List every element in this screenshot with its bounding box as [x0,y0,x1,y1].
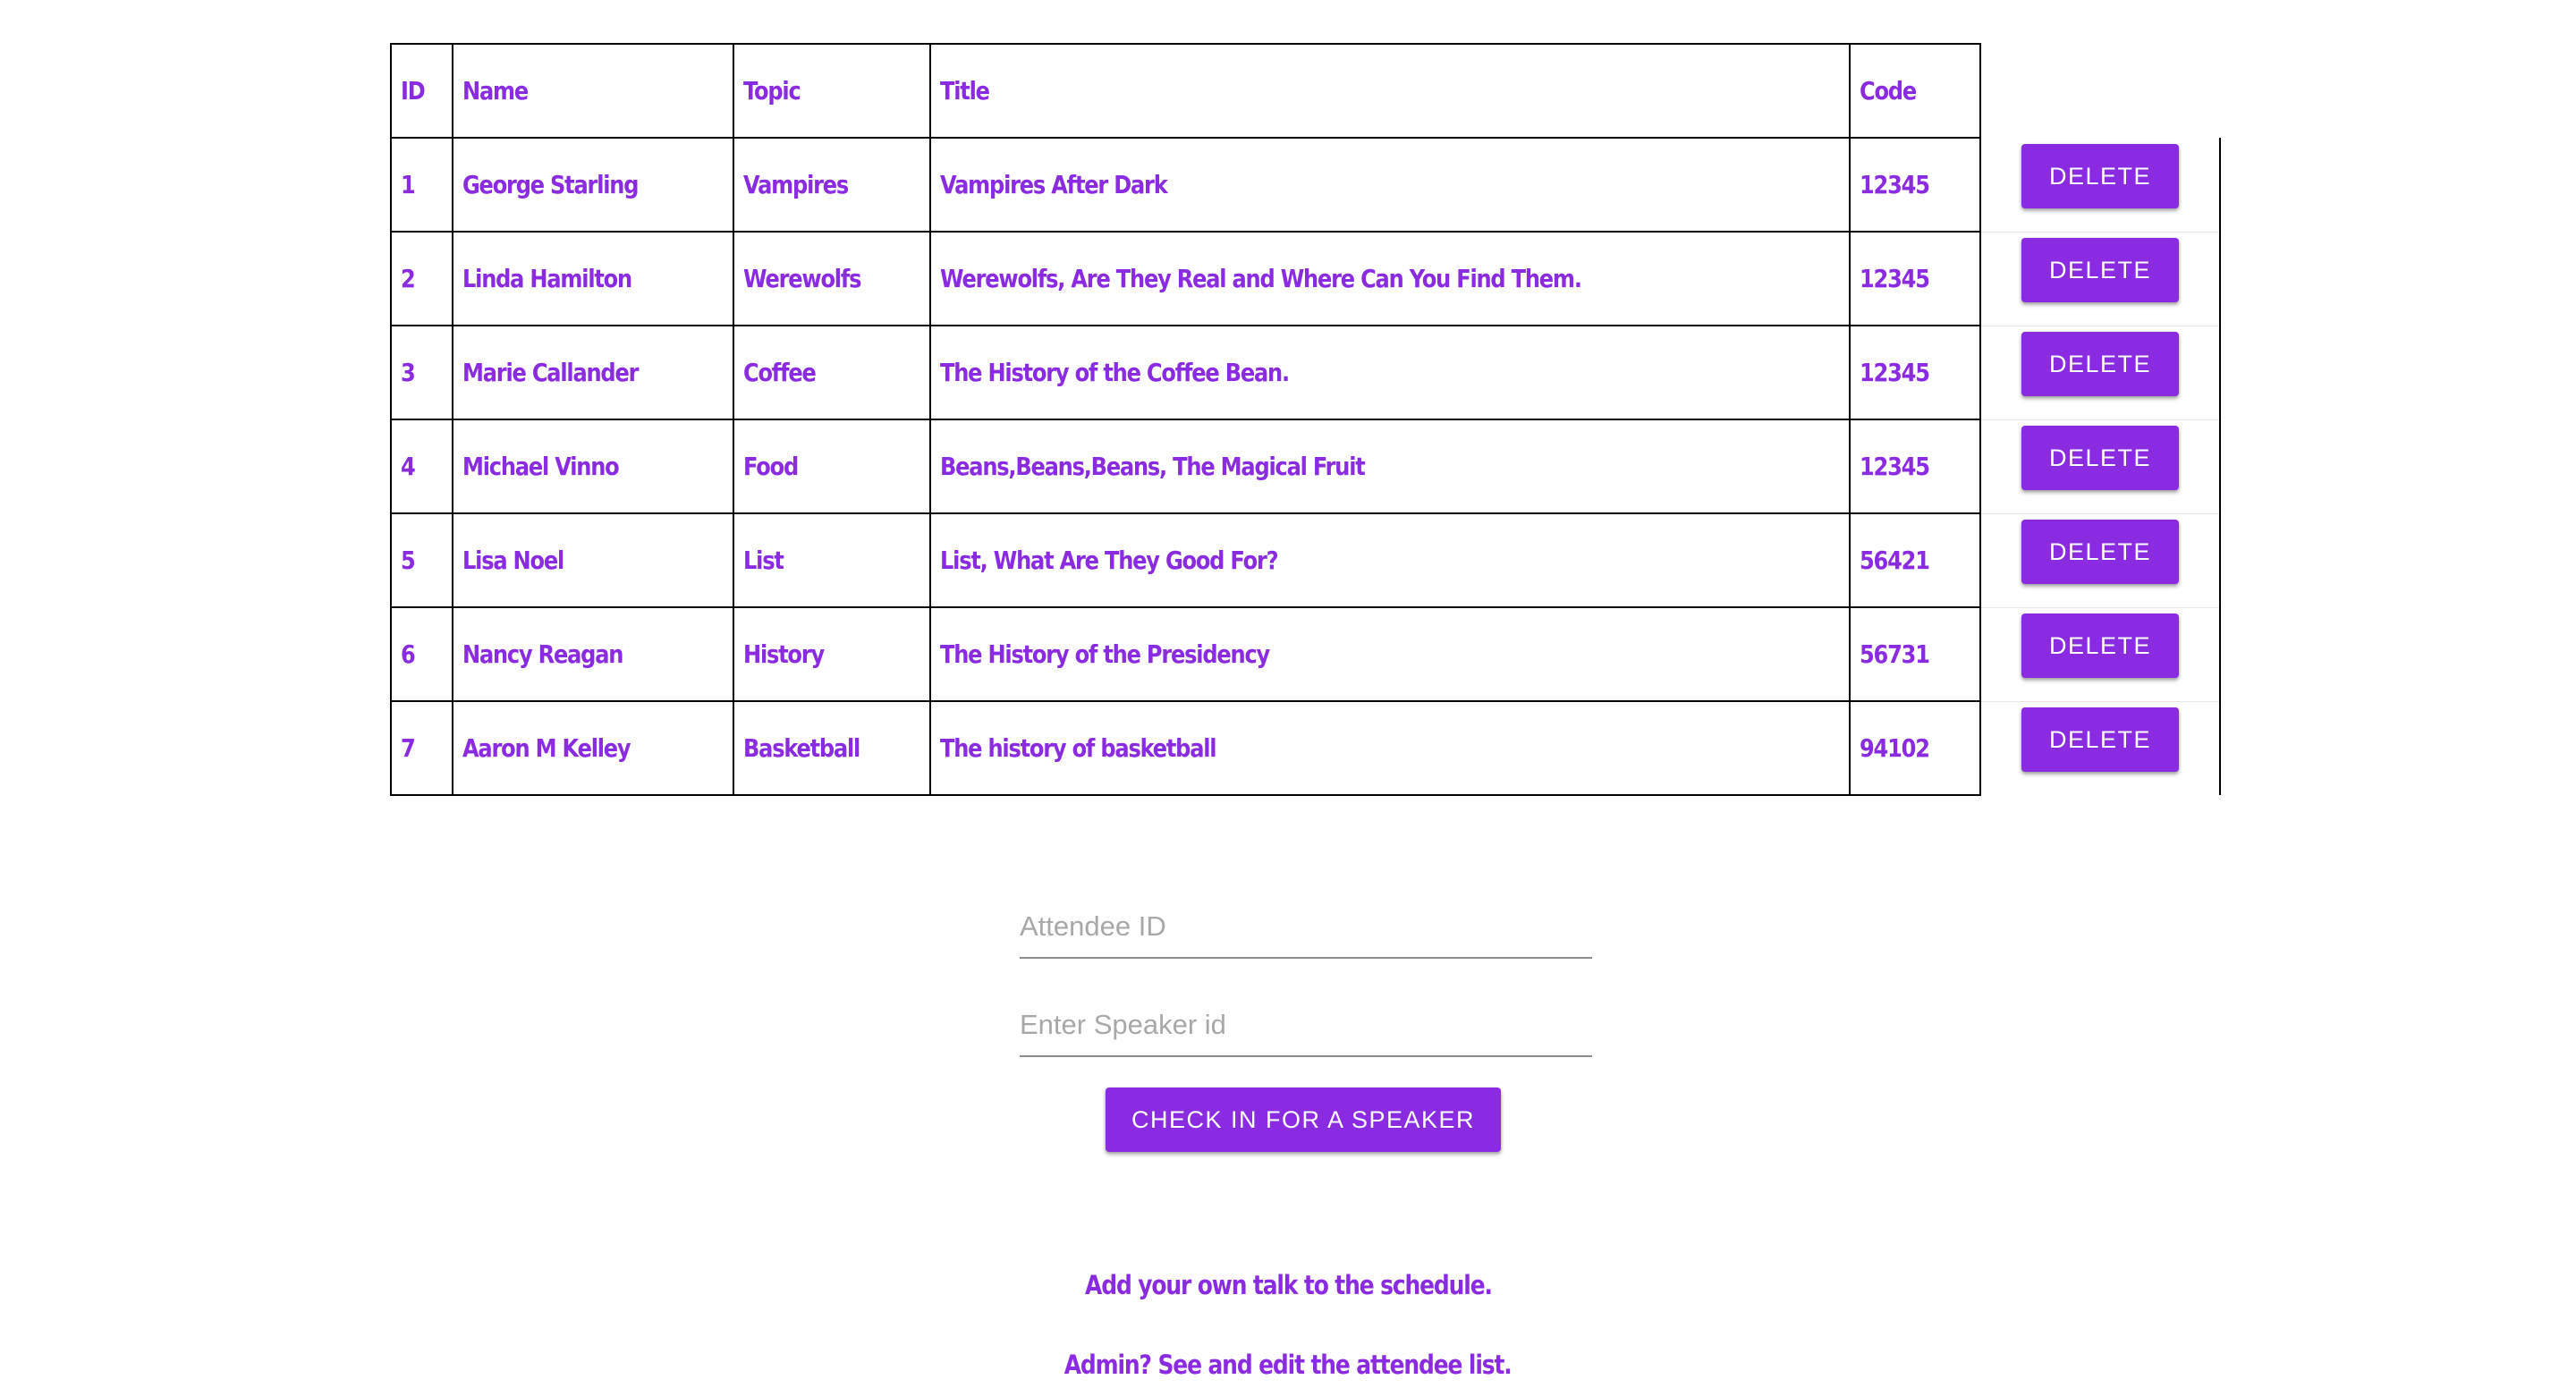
cell-title: The History of the Presidency [929,606,1851,702]
column-header-topic: Topic [733,43,931,139]
cell-action: DELETE [1979,138,2221,233]
cell-title: List, What Are They Good For? [929,512,1851,608]
table-row: 5 Lisa Noel List List, What Are They Goo… [390,512,2221,608]
speakers-table-container: ID Name Topic Title Code 1 George Starli… [390,43,2221,796]
cell-name: Linda Hamilton [452,231,734,326]
admin-link-text: Admin? See and edit the attendee list. [1064,1350,1513,1380]
delete-button[interactable]: DELETE [2021,707,2179,773]
column-header-name: Name [452,43,734,139]
delete-button[interactable]: DELETE [2021,332,2179,396]
cell-action: DELETE [1979,701,2221,795]
add-talk-link-text: Add your own talk to the schedule. [1084,1270,1493,1300]
cell-topic: Basketball [733,700,931,796]
delete-button[interactable]: DELETE [2021,614,2179,678]
cell-title: The History of the Coffee Bean. [929,325,1851,420]
delete-button[interactable]: DELETE [2021,520,2179,584]
cell-name: George Starling [452,137,734,233]
check-in-speaker-button[interactable]: CHECK IN FOR A SPEAKER [1106,1088,1501,1152]
cell-topic: Werewolfs [733,231,931,326]
column-header-action [1979,44,2220,138]
cell-action: DELETE [1979,607,2221,702]
cell-title: The history of basketball [929,700,1851,796]
cell-name: Aaron M Kelley [452,700,734,796]
table-row: 2 Linda Hamilton Werewolfs Werewolfs, Ar… [390,231,2221,326]
cell-code: 56421 [1849,512,1981,608]
speakers-table: ID Name Topic Title Code 1 George Starli… [390,43,2221,796]
cell-code: 12345 [1849,325,1981,420]
table-row: 1 George Starling Vampires Vampires Afte… [390,137,2221,233]
column-header-code: Code [1849,43,1981,139]
cell-id: 4 [390,419,453,514]
cell-name: Nancy Reagan [452,606,734,702]
delete-button[interactable]: DELETE [2021,143,2179,208]
cell-title: Werewolfs, Are They Real and Where Can Y… [929,231,1851,326]
cell-name: Lisa Noel [452,512,734,608]
cell-action: DELETE [1979,513,2221,608]
admin-attendee-list-link[interactable]: Admin? See and edit the attendee list. [0,1350,2576,1380]
table-header-row: ID Name Topic Title Code [390,43,2220,139]
column-header-title: Title [929,43,1851,139]
table-row: 3 Marie Callander Coffee The History of … [390,325,2221,420]
cell-code: 12345 [1849,419,1981,514]
cell-topic: History [733,606,931,702]
table-row: 4 Michael Vinno Food Beans,Beans,Beans, … [390,419,2221,514]
cell-id: 1 [390,137,453,233]
cell-id: 2 [390,231,453,326]
cell-topic: Food [733,419,931,514]
cell-code: 12345 [1849,231,1981,326]
delete-button[interactable]: DELETE [2021,426,2179,490]
delete-button[interactable]: DELETE [2021,238,2179,302]
cell-title: Beans,Beans,Beans, The Magical Fruit [929,419,1851,514]
cell-action: DELETE [1979,326,2221,420]
cell-id: 7 [390,700,453,796]
cell-code: 56731 [1849,606,1981,702]
cell-action: DELETE [1979,419,2221,514]
cell-code: 12345 [1849,137,1981,233]
cell-id: 3 [390,325,453,420]
cell-name: Michael Vinno [452,419,734,514]
table-row: 6 Nancy Reagan History The History of th… [390,606,2221,702]
table-row: 7 Aaron M Kelley Basketball The history … [390,700,2221,796]
cell-id: 6 [390,606,453,702]
cell-action: DELETE [1979,232,2221,326]
cell-id: 5 [390,512,453,608]
cell-topic: List [733,512,931,608]
cell-title: Vampires After Dark [929,137,1851,233]
add-talk-link[interactable]: Add your own talk to the schedule. [0,1270,2576,1300]
attendee-id-input[interactable] [1020,910,1592,959]
cell-topic: Coffee [733,325,931,420]
cell-topic: Vampires [733,137,931,233]
column-header-id: ID [390,43,453,139]
cell-name: Marie Callander [452,325,734,420]
speaker-id-input[interactable] [1020,1009,1592,1057]
cell-code: 94102 [1849,700,1981,796]
